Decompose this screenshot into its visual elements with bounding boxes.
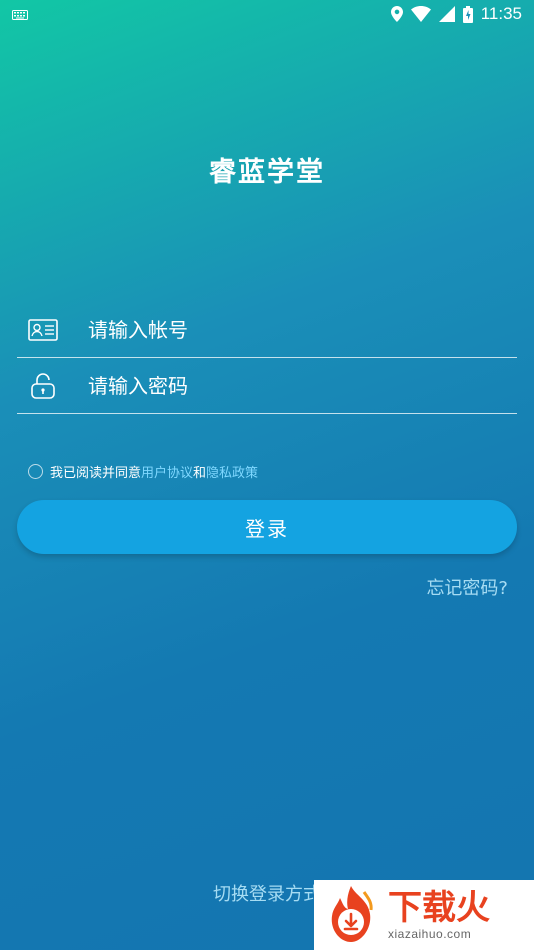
watermark-url: xiazaihuo.com	[388, 927, 472, 941]
flame-logo-icon	[320, 884, 382, 946]
privacy-policy-link[interactable]: 隐私政策	[206, 462, 258, 481]
status-time: 11:35	[480, 4, 522, 23]
user-agreement-link[interactable]: 用户协议	[141, 462, 193, 481]
account-input[interactable]	[88, 317, 517, 342]
battery-icon	[462, 5, 473, 23]
keyboard-icon	[12, 5, 28, 24]
wifi-icon	[410, 6, 431, 22]
id-card-icon	[23, 315, 63, 345]
signal-icon	[438, 6, 455, 22]
location-icon	[390, 6, 403, 22]
lock-icon	[23, 371, 63, 401]
password-field-row	[17, 358, 517, 414]
watermark: 下载火 xiazaihuo.com	[314, 880, 534, 950]
status-bar: 11:35	[0, 0, 534, 28]
agreement-prefix: 我已阅读并同意	[50, 466, 142, 481]
login-button[interactable]: 登录	[17, 500, 517, 554]
app-title: 睿蓝学堂	[209, 157, 325, 188]
agreement-radio[interactable]	[28, 464, 43, 479]
agreement-and: 和	[193, 466, 207, 481]
account-field-row	[17, 302, 517, 358]
forgot-password-link[interactable]: 忘记密码?	[426, 574, 508, 600]
agreement-row: 我已阅读并同意 用户协议 和 隐私政策	[28, 462, 258, 481]
watermark-name: 下载火	[388, 888, 490, 928]
password-input[interactable]	[88, 373, 517, 398]
